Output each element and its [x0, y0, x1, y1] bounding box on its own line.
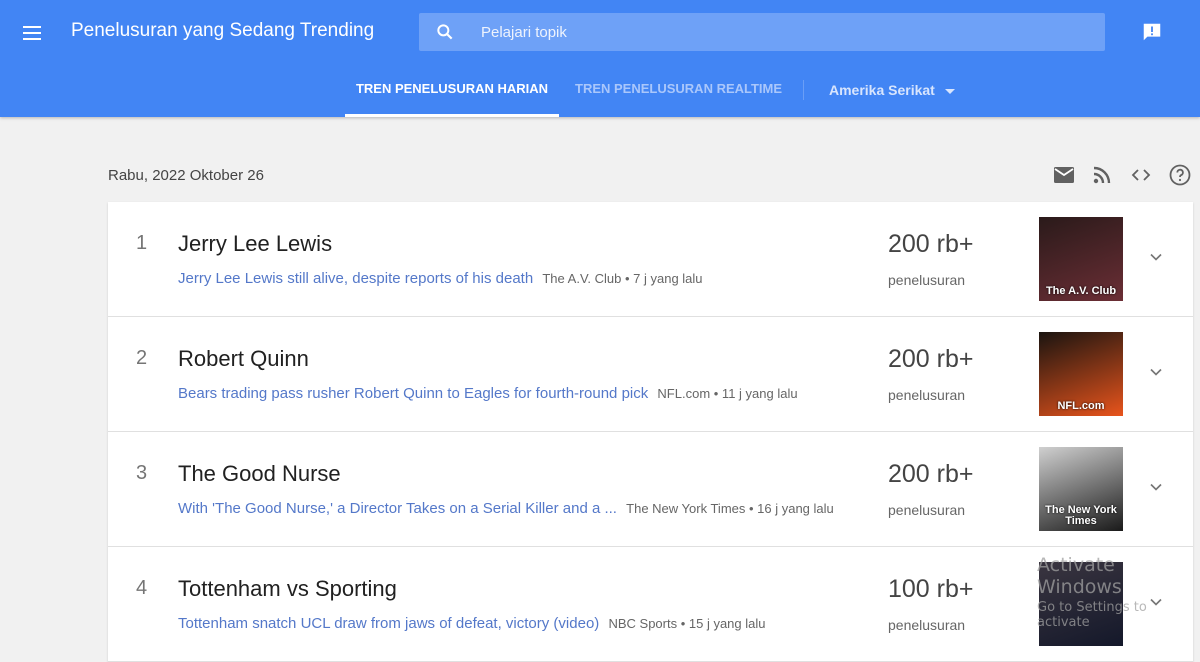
expand-chevron-icon[interactable] [1146, 247, 1166, 267]
watermark-line1: Activate Windows [1037, 554, 1122, 598]
trend-rank: 1 [136, 232, 148, 254]
trend-article: Tottenham snatch UCL draw from jaws of d… [178, 615, 765, 632]
dropdown-caret-icon [944, 88, 955, 94]
trend-title[interactable]: Tottenham vs Sporting [178, 576, 397, 602]
search-count-label: penelusuran [888, 387, 966, 403]
hamburger-menu-icon[interactable] [20, 20, 44, 44]
trend-row[interactable]: 2 Robert Quinn Bears trading pass rusher… [108, 317, 1193, 432]
search-count-label: penelusuran [888, 272, 966, 288]
trend-title[interactable]: The Good Nurse [178, 461, 341, 487]
rss-icon[interactable] [1090, 163, 1114, 187]
trend-article: Jerry Lee Lewis still alive, despite rep… [178, 270, 703, 287]
search-icon[interactable] [435, 22, 455, 42]
article-meta: The A.V. Club • 7 j yang lalu [542, 271, 703, 286]
trend-rank: 2 [136, 347, 148, 369]
thumbnail-source: The A.V. Club [1045, 285, 1117, 297]
email-icon[interactable] [1052, 163, 1076, 187]
article-meta: The New York Times • 16 j yang lalu [626, 501, 834, 516]
trend-rank: 3 [136, 462, 148, 484]
search-count: 200 rb+ [888, 345, 974, 373]
trend-article: With 'The Good Nurse,' a Director Takes … [178, 500, 834, 517]
article-meta: NFL.com • 11 j yang lalu [657, 386, 798, 401]
article-link[interactable]: With 'The Good Nurse,' a Director Takes … [178, 500, 617, 517]
watermark-line2: Go to Settings to activate [1037, 600, 1147, 630]
search-count: 200 rb+ [888, 460, 974, 488]
search-count-label: penelusuran [888, 502, 966, 518]
trend-list: 1 Jerry Lee Lewis Jerry Lee Lewis still … [108, 202, 1193, 662]
article-meta: NBC Sports • 15 j yang lalu [608, 616, 766, 631]
search-count-label: penelusuran [888, 617, 966, 633]
search-count: 200 rb+ [888, 230, 974, 258]
article-link[interactable]: Tottenham snatch UCL draw from jaws of d… [178, 615, 599, 632]
tab-realtime-trends[interactable]: TREN PENELUSURAN REALTIME [575, 70, 782, 117]
expand-chevron-icon[interactable] [1146, 477, 1166, 497]
feedback-icon[interactable] [1141, 21, 1163, 43]
tab-bar: TREN PENELUSURAN HARIAN TREN PENELUSURAN… [0, 70, 1200, 117]
trend-article: Bears trading pass rusher Robert Quinn t… [178, 385, 798, 402]
trend-title[interactable]: Robert Quinn [178, 346, 309, 372]
tab-divider [803, 80, 804, 100]
trend-row[interactable]: 1 Jerry Lee Lewis Jerry Lee Lewis still … [108, 202, 1193, 317]
top-app-bar: Penelusuran yang Sedang Trending TREN PE… [0, 0, 1200, 117]
search-input[interactable] [481, 13, 1081, 51]
trend-row[interactable]: 3 The Good Nurse With 'The Good Nurse,' … [108, 432, 1193, 547]
thumbnail-source: NFL.com [1057, 400, 1105, 412]
embed-code-icon[interactable] [1129, 163, 1153, 187]
thumbnail-source: The New York Times [1045, 504, 1117, 527]
trend-thumbnail[interactable]: The New York Times [1039, 447, 1123, 531]
trend-thumbnail[interactable]: NFL.com [1039, 332, 1123, 416]
trend-rank: 4 [136, 577, 148, 599]
windows-activation-watermark: Activate Windows Go to Settings to activ… [1037, 554, 1200, 630]
trend-thumbnail[interactable]: The A.V. Club [1039, 217, 1123, 301]
article-link[interactable]: Bears trading pass rusher Robert Quinn t… [178, 385, 648, 402]
app-title: Penelusuran yang Sedang Trending [71, 20, 375, 41]
region-selector[interactable]: Amerika Serikat [829, 70, 955, 110]
tab-daily-trends[interactable]: TREN PENELUSURAN HARIAN [345, 70, 559, 117]
article-link[interactable]: Jerry Lee Lewis still alive, despite rep… [178, 270, 533, 287]
expand-chevron-icon[interactable] [1146, 362, 1166, 382]
trend-title[interactable]: Jerry Lee Lewis [178, 231, 332, 257]
help-icon[interactable] [1168, 163, 1192, 187]
date-heading: Rabu, 2022 Oktober 26 [108, 167, 264, 184]
search-box[interactable] [419, 13, 1105, 51]
search-count: 100 rb+ [888, 575, 974, 603]
region-label: Amerika Serikat [829, 82, 935, 98]
trend-row[interactable]: 4 Tottenham vs Sporting Tottenham snatch… [108, 547, 1193, 662]
